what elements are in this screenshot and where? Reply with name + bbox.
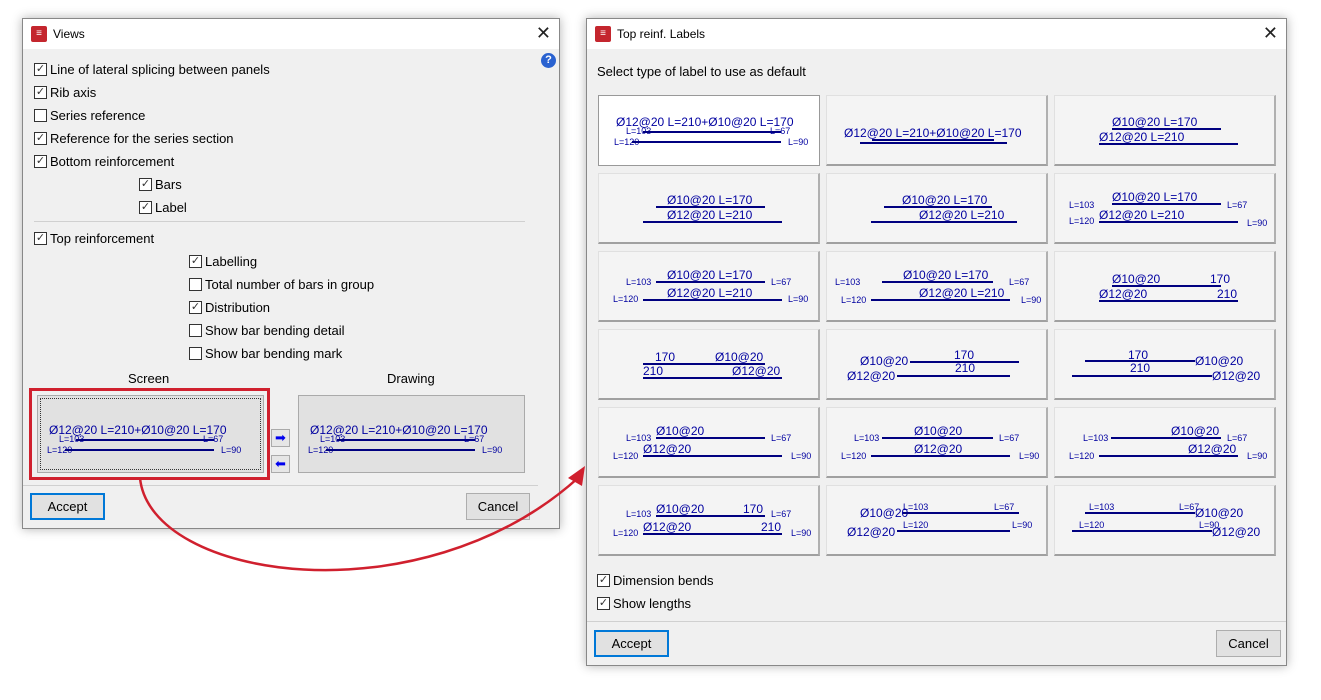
- connector-arrow: [138, 466, 585, 572]
